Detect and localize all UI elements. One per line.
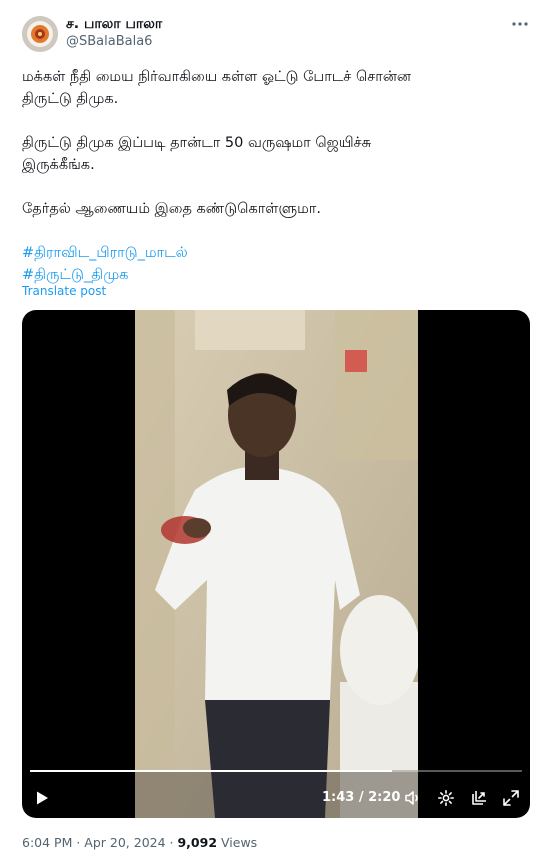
fullscreen-icon[interactable] [502,789,520,811]
tweet: ச. பாலா பாலா @SBalaBala6 மக்கள் நீதி மைய… [0,0,548,868]
hashtag-link[interactable]: #திருட்டு_திமுக [22,264,522,286]
volume-icon[interactable] [404,789,422,811]
video-frame [135,310,418,818]
more-options-button[interactable] [508,14,532,38]
post-date[interactable]: Apr 20, 2024 [84,835,165,850]
video-time-display: 1:43 / 2:20 [322,790,401,805]
author-handle[interactable]: @SBalaBala6 [66,33,162,51]
video-player[interactable] [22,310,530,818]
author-names: ச. பாலா பாலா @SBalaBala6 [66,15,162,51]
views-label: Views [217,835,258,850]
picture-in-picture-icon[interactable] [470,789,488,811]
translate-post-link[interactable]: Translate post [22,284,106,298]
hashtag-link[interactable]: #திராவிட_பிராடு_மாடல் [22,242,522,264]
post-meta: 6:04 PM · Apr 20, 2024 · 9,092 Views [22,834,257,852]
meta-separator: · [165,835,178,850]
post-line: திருட்டு திமுக. [22,91,119,107]
post-line: மக்கள் நீதி மைய நிர்வாகியை கள்ள ஓட்டு போ… [22,69,411,85]
post-line: தேர்தல் ஆணையம் இதை கண்டுகொள்ளுமா. [22,201,321,217]
tweet-header: ச. பாலா பாலா @SBalaBala6 [22,14,532,54]
play-icon[interactable] [34,790,50,810]
settings-gear-icon[interactable] [437,789,455,811]
meta-separator: · [72,835,85,850]
post-time[interactable]: 6:04 PM [22,835,72,850]
views-count: 9,092 [177,835,218,850]
post-line: திருட்டு திமுக இப்படி தான்டா 50 வருஷமா ஜ… [22,135,372,151]
video-progress-fill [30,770,393,772]
post-line: இருக்கீங்க. [22,157,95,173]
author-display-name[interactable]: ச. பாலா பாலா [66,15,162,33]
video-controls: 1:43 / 2:20 [0,756,548,818]
more-horizontal-icon [511,15,529,37]
post-text: மக்கள் நீதி மைய நிர்வாகியை கள்ள ஓட்டு போ… [22,66,522,286]
avatar[interactable] [22,16,58,52]
video-progress-bar[interactable] [30,770,522,772]
